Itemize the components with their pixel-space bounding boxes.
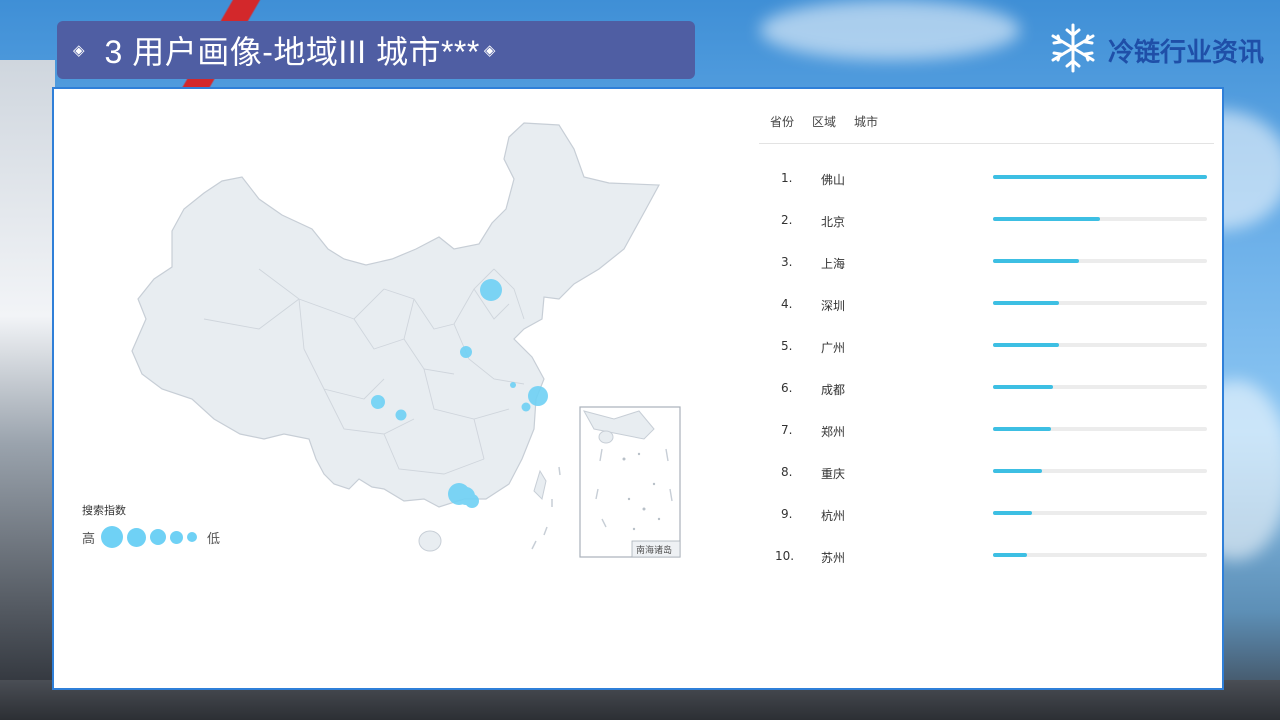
brand-name: 冷链行业资讯 — [1107, 37, 1264, 68]
taiwan-island — [533, 469, 547, 500]
slide-title-banner: ◈ 3 用户画像-地域III 城市*** ◈ — [57, 21, 695, 79]
ranking-row: 5. 广州 — [759, 333, 1209, 375]
brand-logo: 冷链行业资讯 — [1048, 22, 1264, 78]
city-name: 上海 — [821, 257, 846, 271]
bar-track — [993, 385, 1207, 389]
bubble-chengdu — [371, 395, 385, 409]
tabs-divider — [759, 143, 1214, 144]
bar-track — [993, 343, 1207, 347]
diamond-bullet-icon: ◈ — [483, 41, 496, 59]
city-name: 郑州 — [821, 425, 846, 439]
bar-track — [993, 259, 1207, 263]
bubble-shanghai — [528, 386, 548, 406]
rank-number: 2. — [781, 213, 793, 227]
rank-number: 1. — [781, 171, 793, 185]
city-ranking-list: 1. 佛山 2. 北京 3. 上海 4. 深圳 5. 广州 6. 成都 7. 郑… — [759, 165, 1209, 585]
city-name: 北京 — [821, 215, 846, 229]
map-legend: 搜索指数 高 低 — [82, 502, 220, 548]
background-cloud — [760, 0, 1020, 60]
background-truck — [0, 60, 55, 700]
legend-high-label: 高 — [82, 531, 96, 547]
bar-track — [993, 469, 1207, 473]
content-panel: 南海诸岛 搜索指数 高 低 省份 区域 城市 1. 佛山 2. 北京 3. 上海… — [52, 87, 1224, 690]
south-china-sea-dashes — [531, 466, 561, 550]
legend-scale: 高 低 — [82, 526, 220, 548]
diamond-bullet-icon: ◈ — [73, 41, 85, 59]
legend-dot-large — [101, 526, 124, 548]
city-name: 佛山 — [821, 173, 846, 187]
legend-dot-small — [187, 532, 198, 542]
tab-region[interactable]: 区域 — [812, 113, 836, 130]
region-tabs: 省份 区域 城市 — [770, 113, 896, 130]
city-name: 苏州 — [821, 551, 846, 565]
hainan-island — [418, 530, 442, 552]
bar-track — [993, 427, 1207, 431]
bubble-beijing — [480, 279, 502, 301]
bubble-zhengzhou — [460, 346, 472, 358]
bubble-shenzhen — [465, 494, 479, 508]
tab-city[interactable]: 城市 — [854, 113, 878, 130]
bubble-hangzhou — [510, 382, 516, 388]
ranking-row: 1. 佛山 — [759, 165, 1209, 207]
bar-fill — [993, 385, 1053, 389]
bar-track — [993, 217, 1207, 221]
bar-fill — [993, 217, 1100, 221]
ranking-row: 9. 杭州 — [759, 501, 1209, 543]
legend-low-label: 低 — [207, 531, 221, 547]
ranking-row: 8. 重庆 — [759, 459, 1209, 501]
snowflake-icon — [1048, 22, 1098, 78]
city-name: 广州 — [821, 341, 846, 355]
rank-number: 10. — [775, 549, 795, 563]
city-name: 深圳 — [821, 299, 846, 313]
city-name: 重庆 — [821, 467, 846, 481]
rank-number: 5. — [781, 339, 793, 353]
bar-fill — [993, 301, 1060, 305]
ranking-row: 2. 北京 — [759, 207, 1209, 249]
ranking-row: 10. 苏州 — [759, 543, 1209, 585]
rank-number: 8. — [781, 465, 793, 479]
bar-track — [993, 175, 1207, 179]
legend-title: 搜索指数 — [82, 504, 126, 517]
china-map[interactable]: 南海诸岛 搜索指数 高 低 — [54, 89, 754, 689]
ranking-row: 3. 上海 — [759, 249, 1209, 291]
bar-fill — [993, 553, 1028, 557]
legend-dot — [127, 527, 147, 547]
rank-number: 6. — [781, 381, 793, 395]
legend-dot — [170, 530, 184, 544]
bubble-chongqing — [395, 409, 407, 421]
bar-track — [993, 301, 1207, 305]
ranking-row: 7. 郑州 — [759, 417, 1209, 459]
rank-number: 4. — [781, 297, 793, 311]
legend-dot — [150, 529, 167, 545]
rank-number: 7. — [781, 423, 793, 437]
bar-fill — [993, 469, 1043, 473]
bar-fill — [993, 175, 1207, 179]
bubble-suzhou — [521, 402, 531, 412]
bar-fill — [993, 343, 1060, 347]
bar-track — [993, 511, 1207, 515]
bar-fill — [993, 259, 1079, 263]
bar-fill — [993, 511, 1032, 515]
ranking-row: 6. 成都 — [759, 375, 1209, 417]
bar-track — [993, 553, 1207, 557]
bar-fill — [993, 427, 1051, 431]
rank-number: 9. — [781, 507, 793, 521]
tab-province[interactable]: 省份 — [770, 113, 794, 130]
rank-number: 3. — [781, 255, 793, 269]
city-name: 杭州 — [821, 509, 846, 523]
south-sea-islands-inset: 南海诸岛 — [579, 406, 681, 558]
city-name: 成都 — [821, 383, 846, 397]
slide-title: 3 用户画像-地域III 城市*** — [104, 34, 480, 70]
inset-label: 南海诸岛 — [636, 544, 672, 556]
ranking-row: 4. 深圳 — [759, 291, 1209, 333]
